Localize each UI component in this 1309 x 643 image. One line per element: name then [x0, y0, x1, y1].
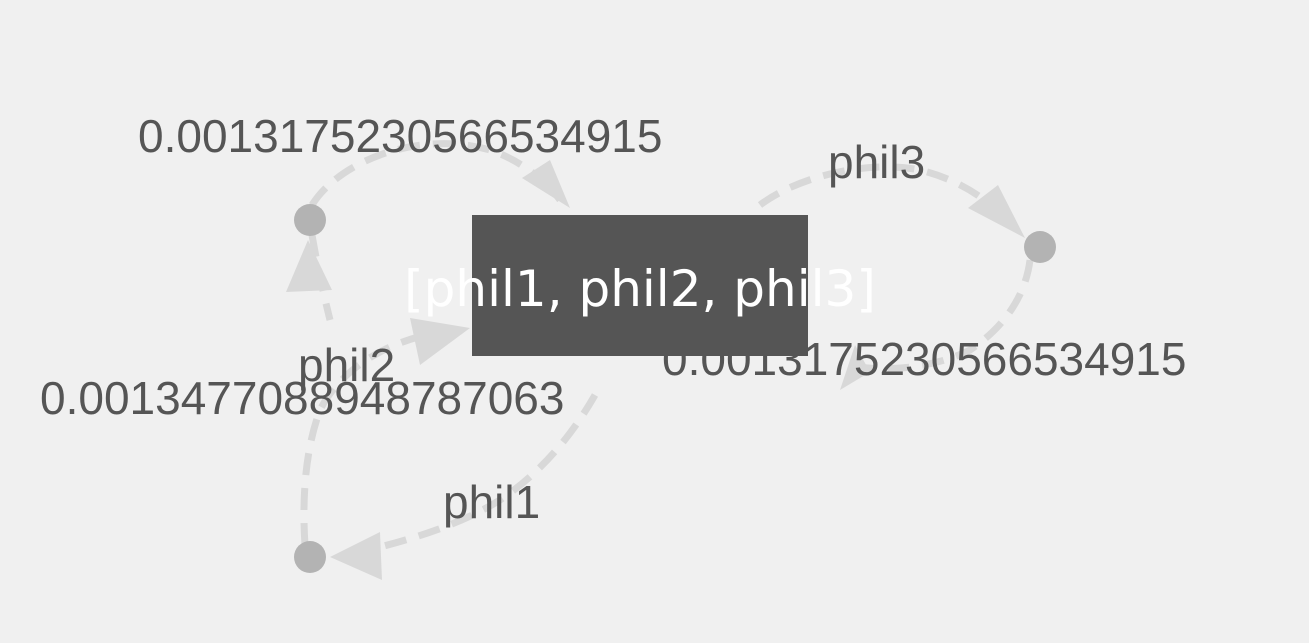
node-bottom: [294, 541, 326, 573]
edge-label-bottom: phil1: [443, 476, 540, 528]
arrow-left-middle: [286, 240, 332, 292]
node-left-top: [294, 204, 326, 236]
arrow-bottom: [330, 532, 382, 580]
edge-label-top-left: 0.0013175230566534915: [138, 110, 662, 162]
arrow-left-lower: [410, 318, 470, 365]
edge-label-top-right: phil3: [828, 136, 925, 188]
arrow-top-left: [522, 160, 570, 208]
state-diagram: 0.0013175230566534915 phil3 0.0013175230…: [40, 110, 1186, 580]
edge-label-left-lower: 0.0013477088948787063: [40, 372, 564, 424]
node-right: [1024, 231, 1056, 263]
center-state-label: [phil1, phil2, phil3]: [404, 260, 876, 318]
